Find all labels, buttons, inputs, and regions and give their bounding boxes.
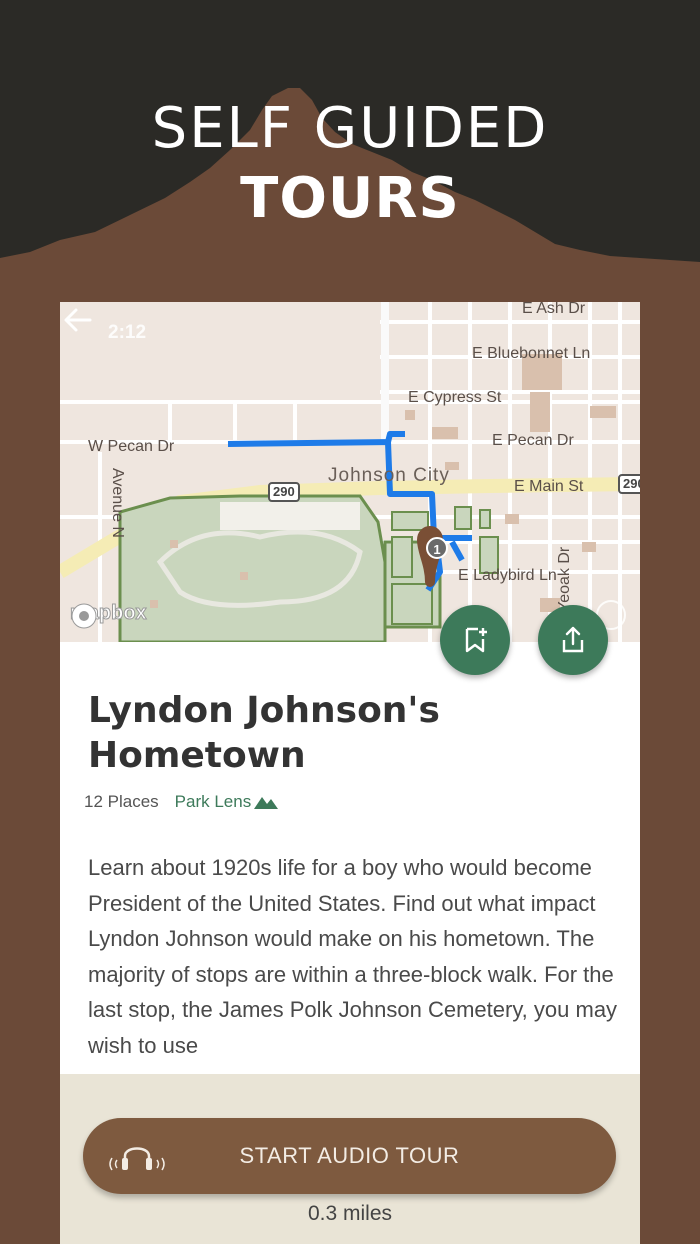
street-label: Yeoak Dr xyxy=(556,546,573,612)
hero-title-line1: SELF GUIDED xyxy=(151,96,549,161)
hero-title-line2: TOURS xyxy=(240,166,460,231)
highway-shield: 290 xyxy=(618,474,640,494)
mountain-icon xyxy=(254,797,279,809)
share-icon xyxy=(562,626,584,653)
bookmark-add-icon xyxy=(465,627,487,653)
start-audio-tour-label: START AUDIO TOUR xyxy=(239,1143,460,1168)
mapbox-logo-icon xyxy=(71,603,97,629)
source-link[interactable]: Park Lens xyxy=(175,792,279,812)
start-audio-tour-button[interactable]: START AUDIO TOUR xyxy=(83,1118,616,1194)
back-arrow-icon[interactable] xyxy=(60,302,96,338)
tour-card: E Ash Dr E Bluebonnet Ln E Cypress St W … xyxy=(60,302,640,1244)
bottom-action-panel: START AUDIO TOUR 0.3 miles xyxy=(60,1074,640,1244)
tour-title: Lyndon Johnson's Hometown xyxy=(88,690,440,776)
bookmark-button[interactable] xyxy=(440,605,510,675)
street-label: E Cypress St xyxy=(408,389,502,406)
street-label: E Pecan Dr xyxy=(492,432,574,449)
street-label: W Pecan Dr xyxy=(88,438,175,455)
tour-map[interactable]: E Ash Dr E Bluebonnet Ln E Cypress St W … xyxy=(60,302,640,642)
source-label: Park Lens xyxy=(174,792,252,811)
tour-description: Learn about 1920s life for a boy who wou… xyxy=(88,855,618,1058)
tour-meta: 12 Places Park Lens xyxy=(84,792,279,812)
city-label: Johnson City xyxy=(328,465,450,486)
status-time: 2:12 xyxy=(108,322,147,343)
mapbox-attribution[interactable]: mapbox xyxy=(70,602,147,629)
share-button[interactable] xyxy=(538,605,608,675)
street-label: E Main St xyxy=(514,478,584,495)
marker-number: 1 xyxy=(433,542,441,557)
highway-shield: 290 xyxy=(268,482,300,502)
street-label: E Bluebonnet Ln xyxy=(472,345,591,362)
street-label: Avenue N xyxy=(109,468,126,538)
places-count: 12 Places xyxy=(84,792,159,811)
street-label: E Ash Dr xyxy=(522,302,586,317)
tour-distance: 0.3 miles xyxy=(307,1202,393,1225)
street-label: E Ladybird Ln xyxy=(458,567,557,584)
